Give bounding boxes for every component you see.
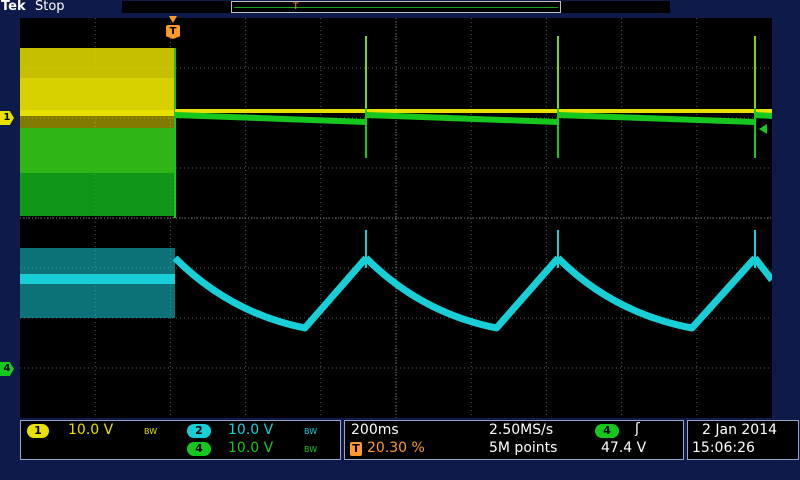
ch4-ground-marker[interactable]: 4 (0, 362, 14, 376)
datetime-panel: 2 Jan 2014 15:06:26 (687, 420, 799, 460)
record-view-trace (234, 7, 558, 8)
status-bar: Tek Stop T (0, 0, 800, 16)
waveform-display[interactable] (20, 18, 772, 418)
ch4-trace (174, 112, 772, 125)
ch1-badge[interactable]: 1 (27, 424, 49, 438)
ch4-scale[interactable]: 10.0 V (228, 440, 273, 456)
trigger-position[interactable]: 20.30 % (367, 440, 425, 456)
trigger-position-arrow-icon (169, 16, 177, 23)
sample-rate: 2.50MS/s (489, 422, 554, 438)
record-length[interactable]: 5M points (489, 440, 557, 456)
brand-logo: Tek (1, 0, 26, 14)
horizontal-scale[interactable]: 200ms (351, 422, 399, 438)
ch2-burst-center (20, 274, 175, 284)
ch2-scale[interactable]: 10.0 V (228, 422, 273, 438)
waveform-svg (20, 18, 772, 418)
ch1-scale[interactable]: 10.0 V (68, 422, 113, 438)
ch4-badge[interactable]: 4 (187, 442, 211, 456)
ch4-burst (20, 128, 175, 216)
trigger-position-icon: T (350, 442, 362, 456)
date: 2 Jan 2014 (702, 422, 778, 438)
rising-edge-icon[interactable]: ʃ (635, 421, 640, 437)
trigger-source-badge[interactable]: 4 (595, 424, 619, 438)
trigger-level-icon[interactable] (759, 124, 767, 134)
run-state[interactable]: Stop (35, 0, 65, 14)
ch4-bandwidth-icon: BW (304, 445, 318, 454)
timebase-trigger-panel[interactable]: 200ms 2.50MS/s T 20.30 % 5M points 4 ʃ 4… (344, 420, 684, 460)
trigger-position-marker[interactable]: T (166, 25, 180, 39)
ch2-bandwidth-icon: BW (304, 427, 318, 436)
record-trigger-icon: T (293, 2, 299, 12)
time: 15:06:26 (692, 440, 755, 456)
ch2-badge[interactable]: 2 (187, 424, 211, 438)
ch1-bandwidth-icon: BW (144, 427, 158, 436)
ch1-ground-marker[interactable]: 1 (0, 111, 14, 125)
channel-readout-panel[interactable]: 1 10.0 V BW 2 10.0 V BW 4 10.0 V BW (20, 420, 341, 460)
ch1-burst-center (20, 110, 175, 116)
trigger-level[interactable]: 47.4 V (601, 440, 646, 456)
